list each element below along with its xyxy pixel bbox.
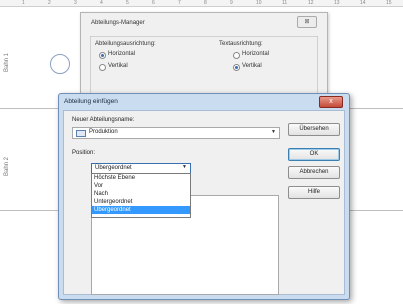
list-item[interactable]: Höchste Ebene xyxy=(92,174,190,182)
ruler-tick: 14 xyxy=(360,0,366,6)
text-orientation-label: Textausrichtung: xyxy=(219,41,263,47)
help-button[interactable]: Hilfe xyxy=(288,186,340,199)
radio-label: Vertikal xyxy=(242,63,262,69)
text-vertical-radio[interactable] xyxy=(233,64,240,71)
ruler-tick: 15 xyxy=(386,0,392,6)
list-item[interactable]: Vor xyxy=(92,182,190,190)
lane-label: Bahn 2 xyxy=(4,156,10,176)
chevron-down-icon[interactable]: ▼ xyxy=(182,164,187,170)
ruler-tick: 12 xyxy=(308,0,314,6)
list-item[interactable]: Untergeordnet xyxy=(92,198,190,206)
dialog-title: Abteilungs-Manager xyxy=(91,20,145,26)
ruler-tick: 10 xyxy=(256,0,262,6)
close-button[interactable]: x xyxy=(319,96,343,108)
ruler-tick: 7 xyxy=(178,0,181,6)
chevron-down-icon[interactable]: ▼ xyxy=(271,129,276,135)
ok-button[interactable]: OK xyxy=(288,148,340,161)
department-name-value: Produktion xyxy=(89,129,118,135)
ruler-tick: 2 xyxy=(48,0,51,6)
close-button[interactable]: ⊠ xyxy=(297,16,317,28)
ruler-tick: 8 xyxy=(204,0,207,6)
lane-label: Bahn 1 xyxy=(4,52,10,72)
list-item[interactable]: Nach xyxy=(92,190,190,198)
position-label: Position: xyxy=(72,150,96,156)
ruler-tick: 6 xyxy=(152,0,155,6)
department-name-combo[interactable]: Produktion ▼ xyxy=(72,127,280,139)
position-value: Übergeordnet xyxy=(95,165,132,171)
ruler-tick: 1 xyxy=(22,0,25,6)
dept-horizontal-radio[interactable] xyxy=(99,52,106,59)
ruler: 1 2 3 4 5 6 7 8 9 10 11 12 13 14 15 xyxy=(0,0,403,7)
dialog-body: Neuer Abteilungsname: Produktion ▼ Posit… xyxy=(63,110,345,295)
ruler-tick: 13 xyxy=(334,0,340,6)
radio-label: Horizontal xyxy=(242,51,270,57)
list-item-selected[interactable]: Übergeordnet xyxy=(92,206,190,214)
new-name-label: Neuer Abteilungsname: xyxy=(72,117,135,123)
dept-vertical-radio[interactable] xyxy=(99,64,106,71)
dialog-title: Abteilung einfügen xyxy=(64,98,118,105)
radio-label: Horizontal xyxy=(108,51,136,57)
insert-department-dialog: Abteilung einfügen x Neuer Abteilungsnam… xyxy=(58,93,350,300)
ruler-tick: 3 xyxy=(74,0,77,6)
ruler-tick: 4 xyxy=(100,0,103,6)
text-horizontal-radio[interactable] xyxy=(233,52,240,59)
ruler-tick: 11 xyxy=(282,0,288,6)
position-dropdown-list[interactable]: Höchste Ebene Vor Nach Untergeordnet Übe… xyxy=(91,173,191,218)
process-shape[interactable] xyxy=(50,54,70,74)
cancel-button[interactable]: Abbrechen xyxy=(288,166,340,179)
ruler-tick: 9 xyxy=(230,0,233,6)
ruler-tick: 5 xyxy=(126,0,129,6)
department-icon xyxy=(76,130,86,137)
dept-orientation-label: Abteilungsausrichtung: xyxy=(95,41,156,47)
overview-button[interactable]: Übersehen xyxy=(288,123,340,136)
radio-label: Vertikal xyxy=(108,63,128,69)
